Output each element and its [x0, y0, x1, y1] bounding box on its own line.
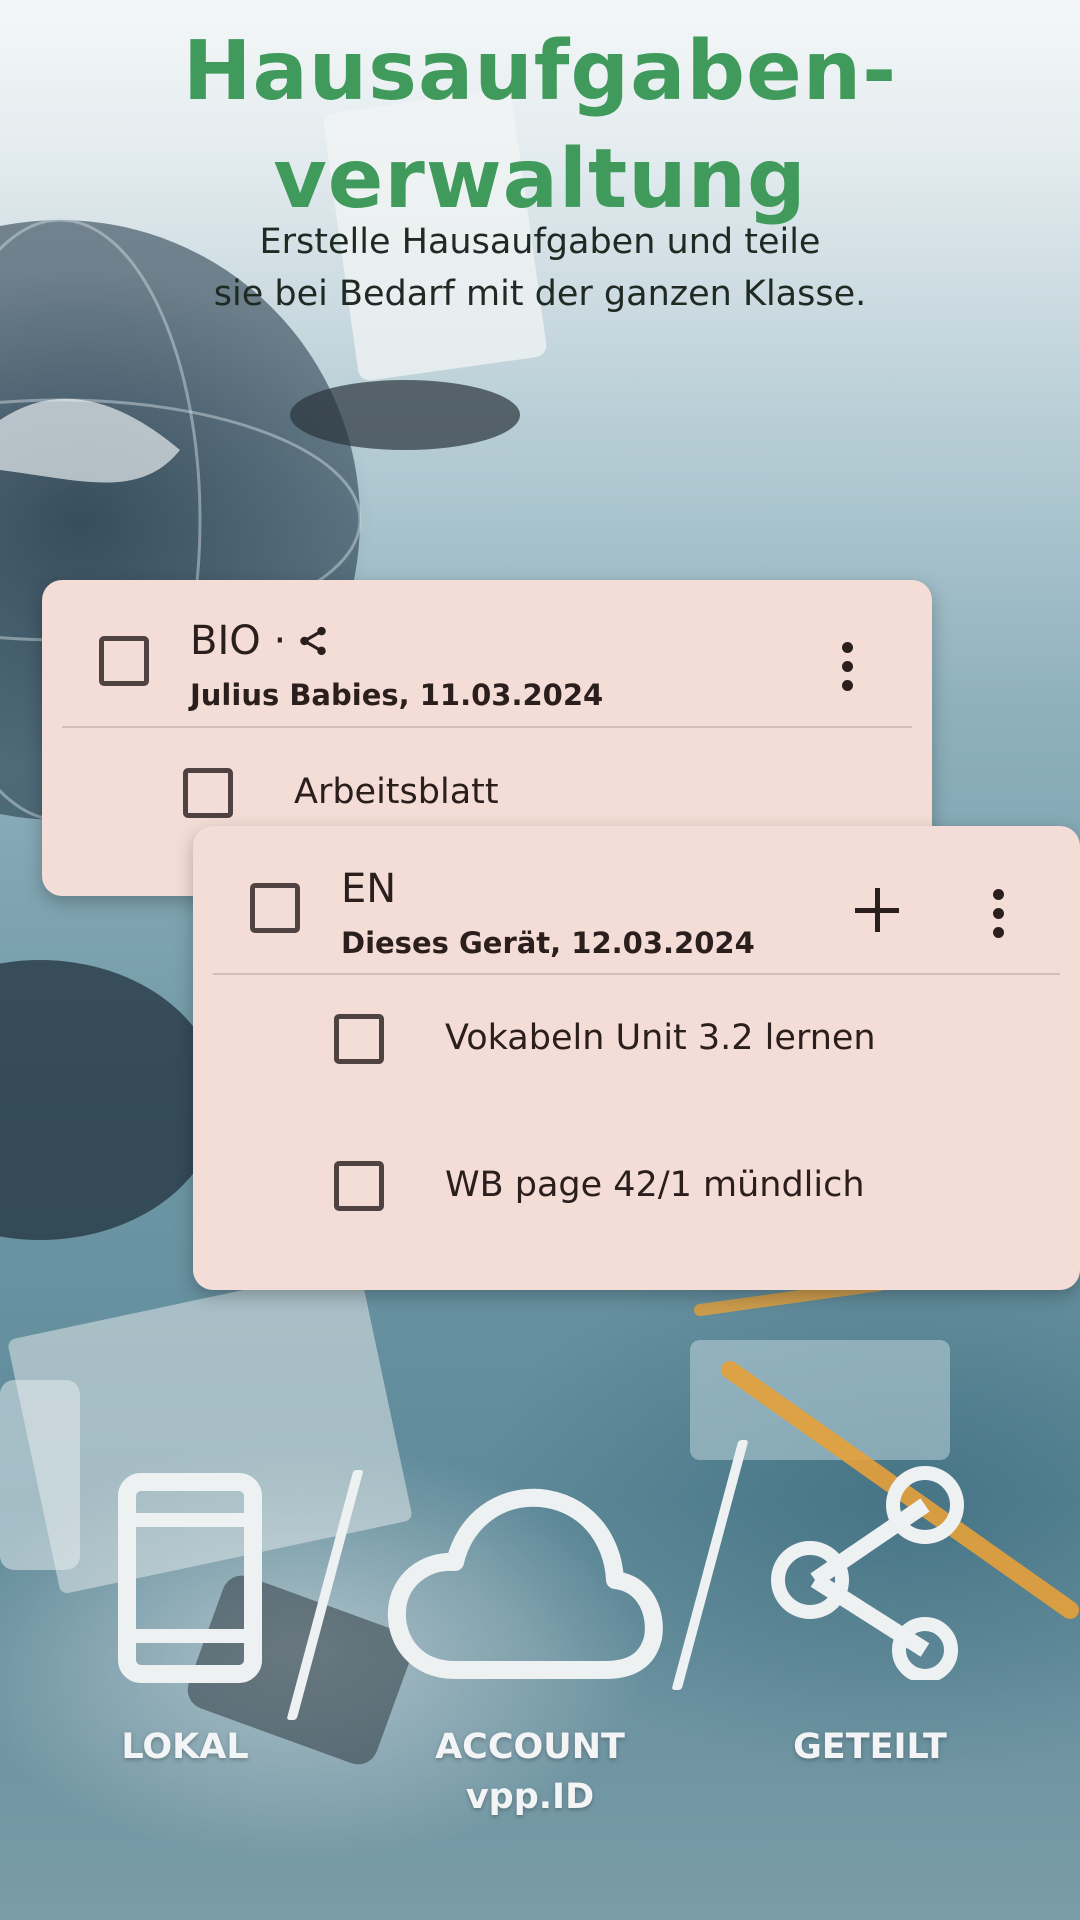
mode-separator [286, 1470, 364, 1720]
plus-icon[interactable] [855, 888, 899, 932]
page-subtitle-line-2: sie bei Bedarf mit der ganzen Klasse. [213, 274, 867, 314]
task-label: Arbeitsblatt [294, 772, 499, 812]
task-checkbox[interactable] [183, 768, 233, 818]
homework-checkbox-bio[interactable] [99, 636, 149, 686]
homework-card-en: EN Dieses Gerät, 12.03.2024 Vokabeln Uni… [193, 826, 1080, 1290]
mode-label-account: ACCOUNT vpp.ID [380, 1722, 680, 1822]
mode-separator [671, 1440, 749, 1690]
homework-checkbox-en[interactable] [250, 883, 300, 933]
homework-subject-en: EN [341, 866, 397, 912]
card-divider [213, 973, 1060, 975]
more-vert-icon[interactable] [842, 642, 854, 699]
mode-shared: GETEILT [770, 1466, 970, 1770]
task-label: WB page 42/1 mündlich [445, 1165, 865, 1205]
mode-label-account-line-1: ACCOUNT [435, 1727, 625, 1767]
homework-meta-bio: Julius Babies, 11.03.2024 [190, 678, 604, 712]
more-vert-icon[interactable] [993, 889, 1005, 946]
homework-subject-bio: BIO · [190, 618, 287, 664]
page-subtitle: Erstelle Hausaufgaben und teile sie bei … [0, 216, 1080, 320]
mode-label-local: LOKAL [121, 1727, 249, 1767]
cloud-icon [387, 1488, 663, 1679]
page-subtitle-line-1: Erstelle Hausaufgaben und teile [259, 222, 821, 262]
task-label: Vokabeln Unit 3.2 lernen [445, 1018, 876, 1058]
mode-account: ACCOUNT vpp.ID [380, 1470, 680, 1817]
task-checkbox[interactable] [334, 1161, 384, 1211]
homework-meta-en: Dieses Gerät, 12.03.2024 [341, 926, 755, 960]
mode-label-account-line-2: vpp.ID [465, 1777, 595, 1817]
page-title: Hausaufgaben- verwaltung [0, 18, 1080, 234]
mode-label-shared: GETEILT [793, 1727, 947, 1767]
phone-icon [118, 1473, 262, 1683]
share-icon [771, 1466, 964, 1680]
mode-local: LOKAL [95, 1470, 275, 1770]
page-title-line-1: Hausaufgaben- [182, 24, 898, 119]
share-icon [300, 626, 326, 656]
card-divider [62, 726, 912, 728]
task-checkbox[interactable] [334, 1014, 384, 1064]
